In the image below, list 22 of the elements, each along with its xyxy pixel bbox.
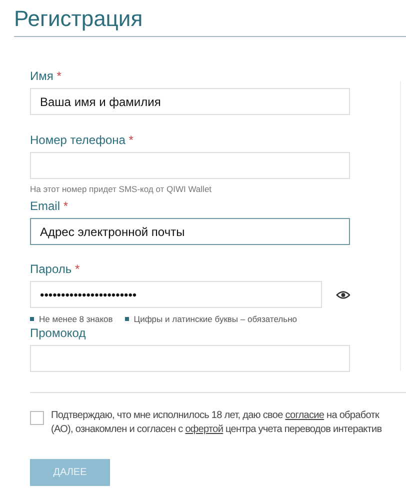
bullet-icon xyxy=(30,317,34,321)
page-title: Регистрация xyxy=(14,6,406,37)
hint-text: На этот номер придет SMS-код от QIWI Wallet xyxy=(30,184,212,194)
eye-icon[interactable] xyxy=(336,290,350,300)
checkbox[interactable] xyxy=(30,411,44,425)
consent-text: Подтверждаю, что мне исполнилось 18 лет, даю свое согласие на обработк xyxy=(51,409,379,423)
field-label: Пароль * xyxy=(30,262,80,277)
rule-text: Не менее 8 знаков xyxy=(39,314,113,324)
field-label: Имя * xyxy=(30,69,62,84)
field-label: Email * xyxy=(30,199,68,214)
input-field[interactable]: ••••••••••••••••••••••• xyxy=(30,281,322,308)
bullet-icon xyxy=(124,317,129,321)
consent-text: (АО), ознакомлен и согласен с офертой центра учета переводов интерактив xyxy=(51,423,382,437)
input-field[interactable] xyxy=(30,152,350,179)
rule-text: Цифры и латинские буквы – обязательно xyxy=(134,314,297,324)
input-field[interactable]: Адрес электронной почты xyxy=(30,218,350,245)
input-field[interactable] xyxy=(30,345,350,372)
consent-link[interactable]: согласие xyxy=(285,410,324,421)
input-field[interactable]: Ваша имя и фамилия xyxy=(30,88,350,115)
consent-link[interactable]: офертой xyxy=(185,424,224,435)
field-label: Промокод xyxy=(30,326,86,341)
field-label: Номер телефона * xyxy=(30,133,134,148)
